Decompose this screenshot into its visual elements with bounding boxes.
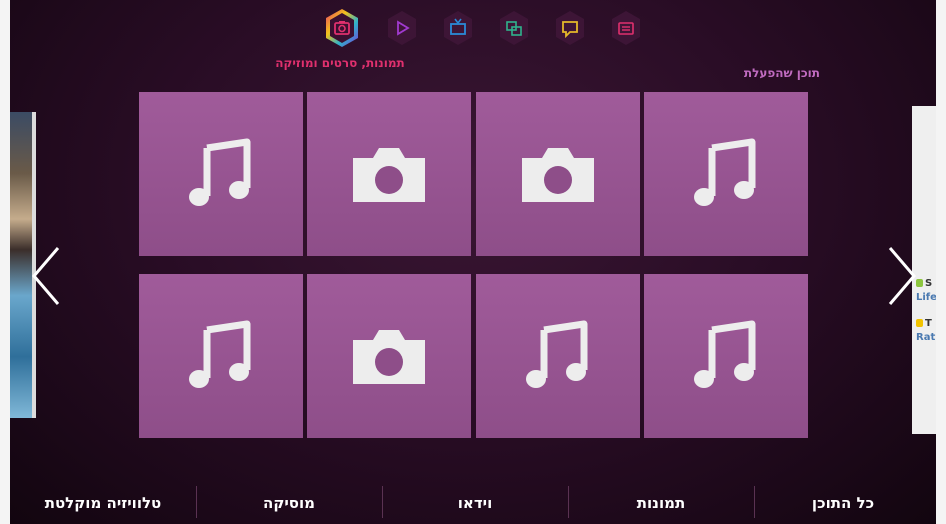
peek-text-4: Rath: [916, 332, 936, 343]
nav-photos[interactable]: תמונות: [568, 482, 754, 524]
category-tv[interactable]: [440, 8, 476, 48]
chevron-left-icon: [32, 247, 60, 305]
content-tile-music[interactable]: [644, 274, 808, 438]
play-icon: [388, 11, 416, 45]
category-web[interactable]: [608, 8, 644, 48]
music-icon: [526, 320, 588, 388]
nav-recorded-tv[interactable]: טלוויזיה מוקלטת: [10, 482, 196, 524]
scroll-right-button[interactable]: [884, 244, 920, 308]
category-apps[interactable]: [496, 8, 532, 48]
peek-text-1: S: [925, 278, 933, 289]
camera-icon: [522, 148, 594, 202]
screen-bezel-left: [0, 0, 10, 524]
tv-icon: [444, 11, 472, 45]
section-title: תוכן שהפעלת: [743, 66, 820, 80]
music-icon: [694, 138, 756, 206]
chat-icon: [556, 11, 584, 45]
music-icon: [189, 138, 251, 206]
smart-hub-screen: תמונות, סרטים ומוזיקה תוכן שהפעלת S Life…: [10, 0, 936, 524]
content-tile-photo[interactable]: [476, 92, 640, 256]
camera-icon: [326, 9, 358, 47]
web-browser-icon: [612, 11, 640, 45]
category-photos-videos-music[interactable]: [324, 8, 360, 48]
camera-icon: [353, 330, 425, 384]
active-category-label: תמונות, סרטים ומוזיקה: [275, 56, 405, 70]
peek-text-3: T: [925, 318, 932, 329]
music-icon: [189, 320, 251, 388]
content-tile-music[interactable]: [139, 92, 303, 256]
chevron-right-icon: [888, 247, 916, 305]
music-icon: [694, 320, 756, 388]
nav-video[interactable]: וידאו: [382, 482, 568, 524]
category-video[interactable]: [384, 8, 420, 48]
nav-all-content[interactable]: כל התוכן: [750, 482, 936, 524]
scroll-left-button[interactable]: [28, 244, 64, 308]
screen-bezel-right: [936, 0, 946, 524]
content-tile-music[interactable]: [644, 92, 808, 256]
content-tile-music[interactable]: [476, 274, 640, 438]
category-social[interactable]: [552, 8, 588, 48]
content-tile-photo[interactable]: [307, 92, 471, 256]
nav-music[interactable]: מוסיקה: [196, 482, 382, 524]
apps-icon: [500, 11, 528, 45]
content-tile-music[interactable]: [139, 274, 303, 438]
app-badge-icon: [916, 319, 923, 327]
content-tile-photo[interactable]: [307, 274, 471, 438]
camera-icon: [353, 148, 425, 202]
bottom-nav: טלוויזיה מוקלטת מוסיקה וידאו תמונות כל ה…: [10, 482, 936, 524]
